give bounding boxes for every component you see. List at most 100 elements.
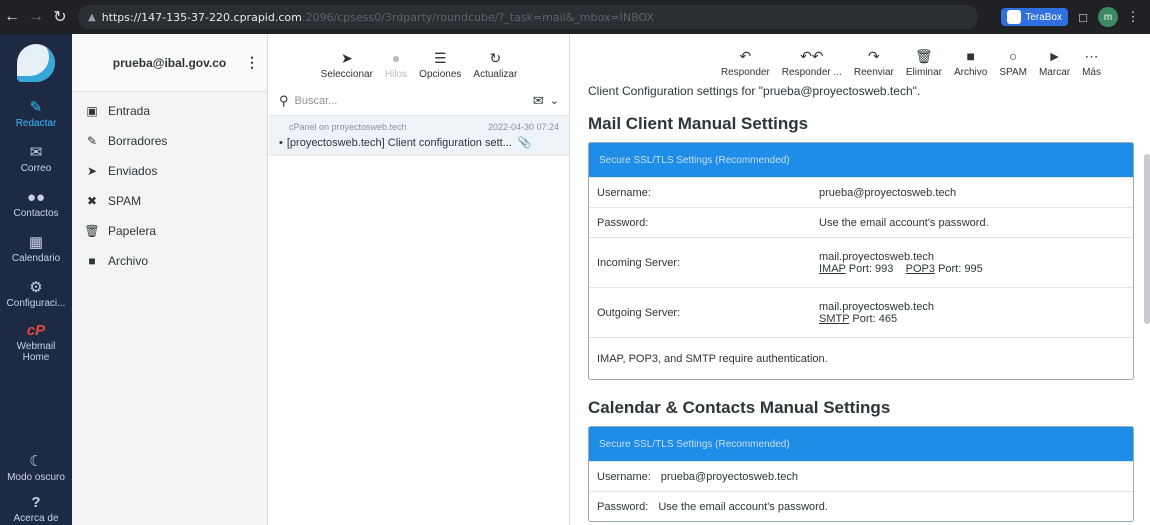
- username-value: prueba@proyectosweb.tech: [819, 186, 957, 199]
- profile-avatar[interactable]: m: [1098, 7, 1118, 27]
- toolbar-label: Opciones: [419, 69, 462, 80]
- imap-port: Port: 993: [848, 262, 894, 275]
- mail-settings-title: Mail Client Manual Settings: [588, 114, 809, 133]
- incoming-value: mail.proyectosweb.tech IMAP Port: 993 PO…: [819, 251, 1125, 275]
- reply-icon: ↶: [739, 48, 752, 64]
- taskmenu-dark-mode[interactable]: ☾ Modo oscuro: [0, 446, 72, 491]
- more-icon: ⋯: [1084, 48, 1099, 64]
- archive-icon: ■: [966, 48, 975, 64]
- help-icon: ?: [31, 494, 41, 511]
- calendar-icon: ▦: [28, 234, 44, 251]
- taskmenu-label: Redactar: [15, 118, 57, 129]
- cal-password-value: Use the email account's password.: [658, 500, 828, 513]
- message-list-panel: ➤ Seleccionar ● Hilos ☰ Opciones ↻ Actua…: [269, 34, 570, 525]
- reload-icon[interactable]: ↻: [48, 5, 72, 29]
- search-input[interactable]: [294, 94, 533, 107]
- list-item[interactable]: cPanel on proyectosweb.tech 2022-04-30 0…: [269, 116, 569, 156]
- search-bar: ⚲ ✉ ⌄: [269, 86, 569, 116]
- attachment-icon: 📎: [517, 137, 532, 149]
- message-subject-row: • [proyectosweb.tech] Client configurati…: [279, 136, 559, 150]
- folder-label: Entrada: [108, 104, 151, 118]
- outgoing-label: Outgoing Server:: [597, 306, 681, 319]
- security-icon: ▲: [88, 11, 96, 23]
- search-icon: ⚲: [279, 92, 289, 108]
- incoming-label: Incoming Server:: [597, 256, 681, 269]
- folder-label: Borradores: [108, 134, 168, 148]
- cal-username-row: Username: prueba@proyectosweb.tech: [589, 461, 1133, 491]
- calendar-settings-table: Secure SSL/TLS Settings (Recommended) Us…: [588, 426, 1134, 522]
- forward-button[interactable]: ↷ Reenviar: [849, 48, 899, 78]
- toolbar-label: Reenviar: [853, 67, 894, 78]
- message-from: cPanel on proyectosweb.tech: [289, 122, 407, 132]
- browser-toolbar: ← → ↻ ▲ https://147-135-37-220.cprapid.c…: [0, 0, 1150, 34]
- cal-username-label: Username:: [597, 470, 651, 483]
- send-icon: ➤: [86, 164, 98, 178]
- message-date: 2022-04-30 07:24: [487, 122, 559, 132]
- folder-list: ▣ Entrada ✎ Borradores ➤ Enviados ✖ SPAM…: [72, 92, 267, 276]
- reply-button[interactable]: ↶ Responder: [716, 48, 775, 78]
- archive-icon: ■: [88, 254, 96, 268]
- reading-pane: ↶ Responder ↶↶ Responder ... ↷ Reenviar …: [571, 34, 1150, 525]
- reply-all-button[interactable]: ↶↶ Responder ...: [777, 48, 847, 78]
- toolbar-label: Archivo: [954, 67, 988, 78]
- toolbar-label: Seleccionar: [320, 69, 373, 80]
- folder-header: prueba@ibal.gov.co ⋮: [72, 34, 267, 92]
- taskmenu-label: Contactos: [13, 208, 59, 219]
- taskmenu-label: Configuraci...: [6, 298, 66, 309]
- chevron-down-icon[interactable]: ⌄: [550, 94, 559, 107]
- taskmenu-contacts[interactable]: ●● Contactos: [0, 182, 72, 227]
- address-bar[interactable]: ▲ https://147-135-37-220.cprapid.com :20…: [78, 5, 978, 29]
- taskmenu-compose[interactable]: ✎ Redactar: [0, 92, 72, 137]
- archive-button[interactable]: ■ Archivo: [949, 48, 992, 78]
- select-button[interactable]: ➤ Seleccionar: [317, 50, 377, 80]
- ssl-section-header: Secure SSL/TLS Settings (Recommended): [589, 143, 1133, 177]
- ssl-section-header: Secure SSL/TLS Settings (Recommended): [589, 427, 1133, 461]
- outgoing-value: mail.proyectosweb.tech SMTP Port: 465: [819, 301, 1125, 325]
- kebab-menu-icon[interactable]: ⋮: [245, 54, 259, 71]
- delete-button[interactable]: 🗑 Eliminar: [901, 48, 947, 78]
- toolbar-label: Responder ...: [781, 67, 842, 78]
- folder-drafts[interactable]: ✎ Borradores: [72, 126, 267, 156]
- pop3-link: POP3: [905, 262, 935, 275]
- taskmenu-calendar[interactable]: ▦ Calendario: [0, 227, 72, 272]
- taskmenu-mail[interactable]: ✉ Correo: [0, 137, 72, 182]
- taskmenu: ✎ Redactar ✉ Correo ●● Contactos ▦ Calen…: [0, 34, 72, 525]
- username-label: Username:: [597, 186, 651, 199]
- envelope-icon[interactable]: ✉: [533, 93, 544, 109]
- taskmenu-webmail-home[interactable]: cP Webmail Home: [0, 317, 72, 369]
- mark-button[interactable]: ► Marcar: [1034, 48, 1075, 78]
- back-icon[interactable]: ←: [0, 5, 24, 29]
- taskmenu-about[interactable]: ? Acerca de: [0, 491, 72, 525]
- toolbar-label: Hilos: [384, 69, 408, 80]
- spam-button[interactable]: ○ SPAM: [994, 48, 1032, 78]
- extensions-area: TeraBox □ m ⋮: [1001, 7, 1150, 27]
- intro-text: Client Configuration settings for "prueb…: [588, 84, 921, 98]
- refresh-button[interactable]: ↻ Actualizar: [469, 50, 521, 80]
- scrollbar[interactable]: [1144, 154, 1150, 324]
- options-icon: ☰: [434, 50, 447, 66]
- forward-nav-icon[interactable]: →: [24, 5, 48, 29]
- browser-menu-icon[interactable]: ⋮: [1124, 8, 1142, 26]
- terabox-extension[interactable]: TeraBox: [1001, 8, 1068, 26]
- folder-inbox[interactable]: ▣ Entrada: [72, 96, 267, 126]
- username-row: Username: prueba@proyectosweb.tech: [589, 177, 1133, 207]
- roundcube-logo[interactable]: [0, 34, 72, 92]
- taskmenu-bottom: ☾ Modo oscuro ? Acerca de: [0, 446, 72, 525]
- folder-archive[interactable]: ■ Archivo: [72, 246, 267, 276]
- threads-button[interactable]: ● Hilos: [381, 50, 411, 80]
- reply-all-icon: ↶↶: [800, 48, 824, 64]
- folder-spam[interactable]: ✖ SPAM: [72, 186, 267, 216]
- window-icon[interactable]: □: [1074, 8, 1092, 26]
- taskmenu-label: Acerca de: [13, 513, 59, 524]
- password-row: Password: Use the email account's passwo…: [589, 207, 1133, 237]
- tag-icon: ►: [1047, 48, 1062, 64]
- taskmenu-settings[interactable]: ⚙ Configuraci...: [0, 272, 72, 317]
- options-button[interactable]: ☰ Opciones: [415, 50, 465, 80]
- folder-trash[interactable]: 🗑 Papelera: [72, 216, 267, 246]
- more-button[interactable]: ⋯ Más: [1077, 48, 1106, 78]
- compose-icon: ✎: [29, 99, 43, 116]
- pencil-icon: ✎: [86, 134, 98, 148]
- moon-icon: ☾: [29, 453, 43, 470]
- toolbar-label: Actualizar: [473, 69, 518, 80]
- folder-sent[interactable]: ➤ Enviados: [72, 156, 267, 186]
